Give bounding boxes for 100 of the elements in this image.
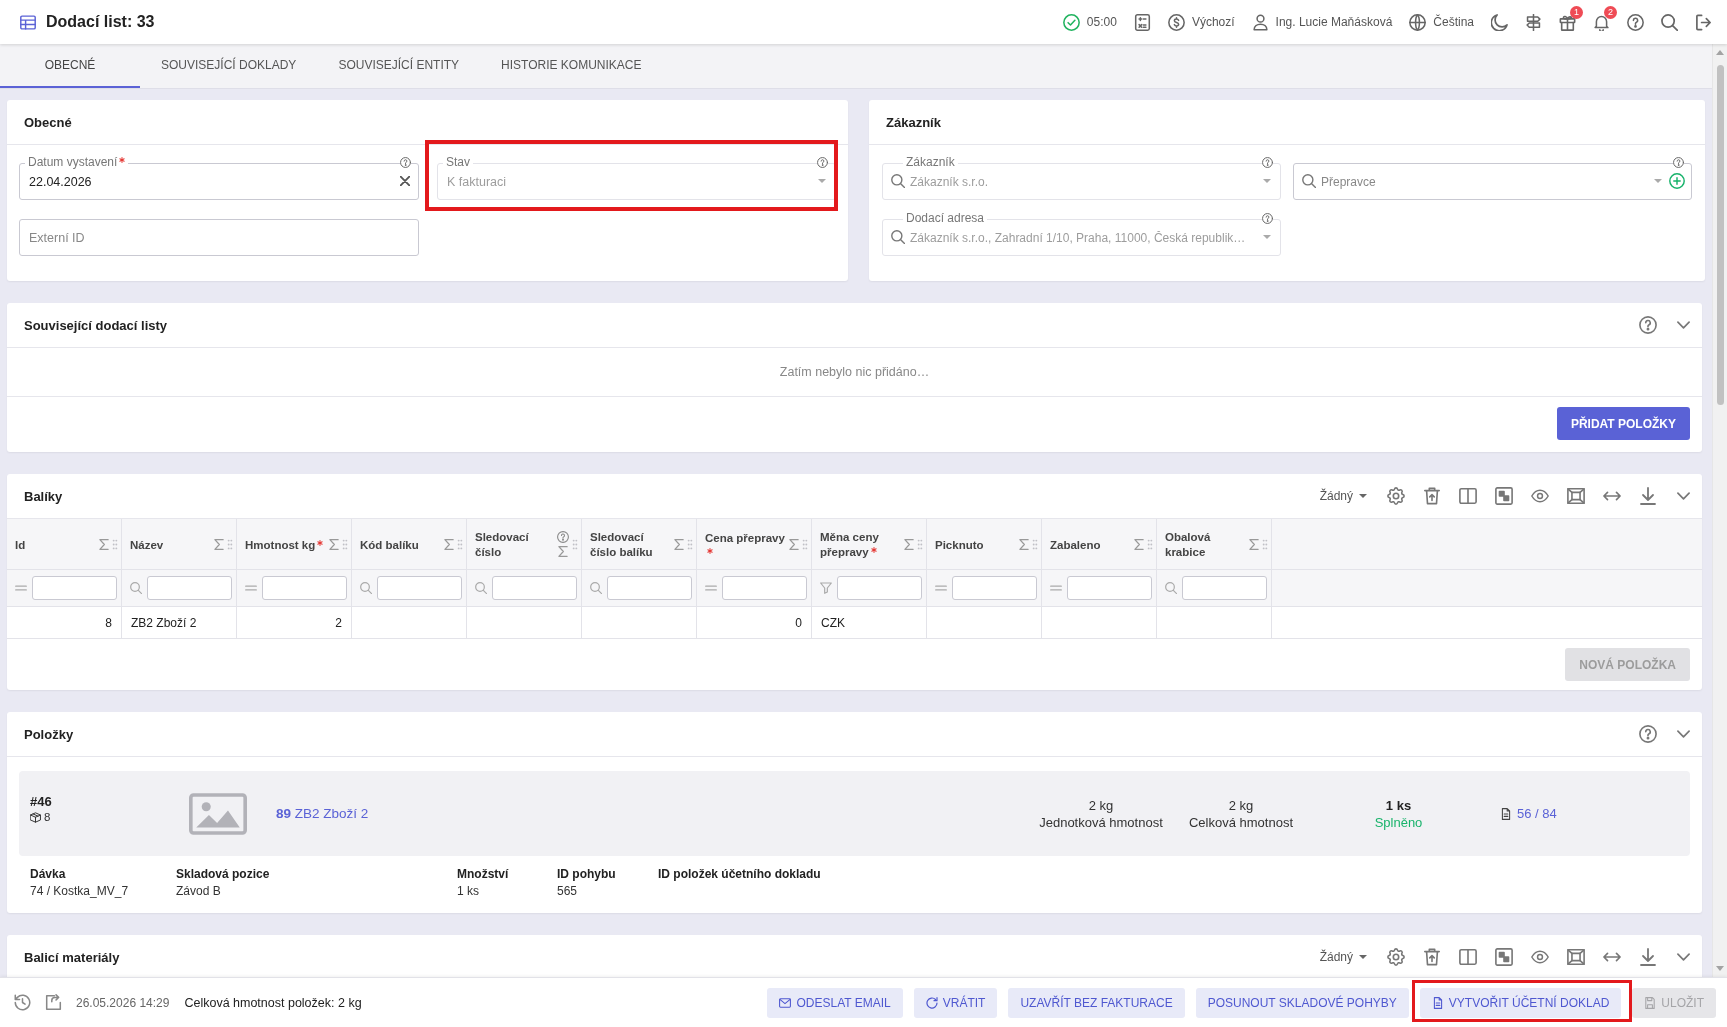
settings-icon[interactable]	[1387, 948, 1405, 966]
chevron-down-icon[interactable]	[1677, 321, 1690, 329]
drag-handle-icon[interactable]	[227, 538, 233, 550]
column-header[interactable]: Kód balíku	[352, 519, 467, 569]
equals-icon[interactable]	[15, 583, 27, 593]
gift-button[interactable]	[1559, 13, 1576, 31]
drag-handle-icon[interactable]	[112, 538, 118, 550]
sigma-icon[interactable]	[329, 538, 339, 550]
filter-input[interactable]	[1067, 576, 1152, 600]
equals-icon[interactable]	[705, 583, 717, 593]
drag-handle-icon[interactable]	[342, 538, 348, 550]
filter-input[interactable]	[492, 576, 577, 600]
filter-input[interactable]	[837, 576, 922, 600]
caret-icon[interactable]	[818, 179, 826, 183]
columns-icon[interactable]	[1459, 948, 1477, 966]
column-header[interactable]: Měna ceny přepravy	[812, 519, 927, 569]
trash-icon[interactable]	[1423, 487, 1441, 505]
search-icon[interactable]	[360, 582, 372, 594]
download-icon[interactable]	[1639, 948, 1657, 966]
status-button[interactable]: 05:00	[1062, 13, 1117, 31]
add-items-button[interactable]: PŘIDAT POLOŽKY	[1556, 407, 1690, 440]
sigma-icon[interactable]	[444, 538, 454, 550]
column-header[interactable]: Zabaleno	[1042, 519, 1157, 569]
frame-icon[interactable]	[1567, 487, 1585, 505]
filter-input[interactable]	[377, 576, 462, 600]
sigma-icon[interactable]	[1134, 538, 1144, 550]
search-icon[interactable]	[475, 582, 487, 594]
filter-input[interactable]	[32, 576, 117, 600]
drag-handle-icon[interactable]	[572, 538, 578, 550]
drag-handle-icon[interactable]	[917, 538, 923, 550]
create-document-button[interactable]: VYTVOŘIT ÚČETNÍ DOKLAD	[1419, 987, 1622, 1018]
help-icon[interactable]	[400, 157, 411, 168]
filter-input[interactable]	[722, 576, 807, 600]
sigma-icon[interactable]	[99, 538, 109, 550]
sigma-icon[interactable]	[214, 538, 224, 550]
text-input[interactable]: Externí ID	[19, 219, 419, 256]
search-icon[interactable]	[130, 582, 142, 594]
sigma-icon[interactable]	[1019, 538, 1029, 550]
send-email-button[interactable]: ODESLAT EMAIL	[767, 987, 903, 1018]
checker-icon[interactable]	[1495, 487, 1513, 505]
add-icon[interactable]	[1669, 173, 1685, 189]
help-icon[interactable]	[1639, 725, 1657, 743]
user-button[interactable]: Ing. Lucie Maňásková	[1251, 13, 1393, 31]
search-icon[interactable]	[1165, 582, 1177, 594]
theme-button[interactable]	[1491, 13, 1508, 31]
filter-input[interactable]	[147, 576, 232, 600]
column-header[interactable]: Obalová krabice	[1157, 519, 1272, 569]
drag-handle-icon[interactable]	[1262, 538, 1268, 550]
drag-handle-icon[interactable]	[457, 538, 463, 550]
filter-input[interactable]	[262, 576, 347, 600]
product-link[interactable]: 89 ZB2 Zboží 2	[276, 806, 369, 821]
view-select[interactable]: Žádný	[1319, 950, 1367, 964]
move-stock-button[interactable]: POSUNOUT SKLADOVÉ POHYBY	[1195, 987, 1409, 1018]
column-header[interactable]: Hmotnost kg	[237, 519, 352, 569]
equals-icon[interactable]	[1050, 583, 1062, 593]
scrollbar-thumb[interactable]	[1716, 65, 1724, 405]
help-button[interactable]	[1627, 13, 1644, 31]
caret-icon[interactable]	[1654, 179, 1662, 183]
checker-icon[interactable]	[1495, 948, 1513, 966]
arrow-down-icon[interactable]	[1716, 966, 1724, 971]
search-button[interactable]	[1661, 13, 1678, 31]
eye-icon[interactable]	[1531, 487, 1549, 505]
drag-handle-icon[interactable]	[687, 538, 693, 550]
filter-input[interactable]	[952, 576, 1037, 600]
sigma-icon[interactable]	[674, 538, 684, 550]
column-header[interactable]: Název	[122, 519, 237, 569]
calculator-button[interactable]	[1133, 13, 1151, 31]
filter-input[interactable]	[1182, 576, 1267, 600]
help-icon[interactable]	[1673, 157, 1684, 168]
drag-handle-icon[interactable]	[802, 538, 808, 550]
drag-handle-icon[interactable]	[1032, 538, 1038, 550]
filter-icon[interactable]	[820, 582, 832, 594]
view-select[interactable]: Žádný	[1319, 489, 1367, 503]
logout-button[interactable]	[1695, 13, 1712, 31]
sigma-icon[interactable]	[904, 538, 914, 550]
equals-icon[interactable]	[935, 583, 947, 593]
sigma-icon[interactable]	[558, 546, 568, 557]
language-button[interactable]: Čeština	[1409, 13, 1474, 31]
history-icon[interactable]	[14, 994, 31, 1011]
caret-icon[interactable]	[1263, 179, 1271, 183]
equals-icon[interactable]	[245, 583, 257, 593]
column-header[interactable]: Sledovací číslo balíku	[582, 519, 697, 569]
currency-button[interactable]: Výchozí	[1167, 13, 1235, 31]
frame-icon[interactable]	[1567, 948, 1585, 966]
return-button[interactable]: VRÁTIT	[913, 987, 998, 1018]
help-icon[interactable]	[557, 531, 569, 543]
sigma-icon[interactable]	[789, 538, 799, 550]
tab[interactable]: OBECNÉ	[0, 44, 140, 88]
search-icon[interactable]	[590, 582, 602, 594]
tab[interactable]: HISTORIE KOMUNIKACE	[480, 44, 663, 88]
columns-icon[interactable]	[1459, 487, 1477, 505]
close-icon[interactable]	[400, 176, 410, 186]
column-header[interactable]: Cena přepravy	[697, 519, 812, 569]
sigma-icon[interactable]	[1249, 538, 1259, 550]
settings-icon[interactable]	[1387, 487, 1405, 505]
chevron-down-icon[interactable]	[1677, 953, 1690, 961]
eye-icon[interactable]	[1531, 948, 1549, 966]
filter-input[interactable]	[607, 576, 692, 600]
column-header[interactable]: Id	[7, 519, 122, 569]
tab[interactable]: SOUVISEJÍCÍ DOKLADY	[140, 44, 318, 88]
